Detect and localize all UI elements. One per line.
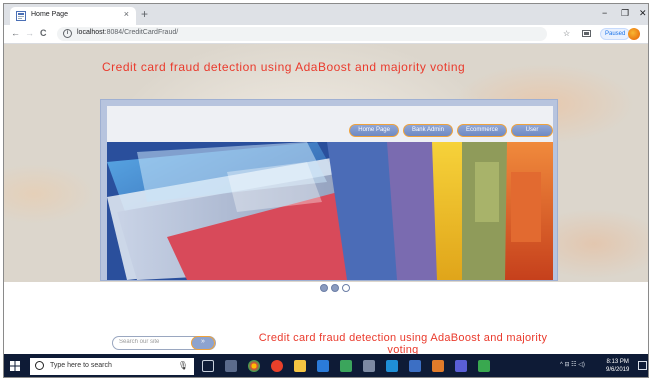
url-path: :8084/CreditCardFraud/ [104,29,179,36]
taskbar-app-icon[interactable] [363,360,375,372]
footer-title: Credit card fraud detection using AdaBoo… [258,332,548,354]
taskbar-app-icon[interactable] [386,360,398,372]
minimize-icon[interactable]: − [602,8,607,18]
new-tab-button[interactable]: + [141,8,148,20]
chrome-icon[interactable] [248,360,260,372]
active-app-indicator [246,377,262,378]
reload-icon[interactable]: C [40,28,47,38]
taskbar-search[interactable]: Type here to search 🎙 [30,358,194,375]
taskbar-app-icon[interactable] [432,360,444,372]
profile-avatar[interactable] [628,28,640,40]
maximize-icon[interactable]: ❐ [621,8,629,19]
credit-cards-slide-image [107,142,553,280]
site-search-input[interactable] [119,339,189,345]
taskbar-app-icon[interactable] [271,360,283,372]
site-info-icon[interactable]: i [63,29,72,38]
site-search-button[interactable]: » [191,336,215,350]
taskbar-search-text: Type here to search [50,362,112,369]
bookmark-star-icon[interactable]: ☆ [563,29,570,38]
main-nav: Home Page Bank Admin Ecommerce User [349,124,553,137]
profile-paused-button[interactable]: Paused [600,28,631,40]
clock-date: 9/6/2019 [606,367,630,373]
url-text[interactable]: localhost:8084/CreditCardFraud/ [77,29,178,36]
browser-window: Home Page × + − ❐ ✕ ← → C i localhost:80… [3,3,649,378]
back-icon[interactable]: ← [11,28,20,38]
task-view-icon[interactable] [202,360,214,372]
site-search: » [112,336,216,350]
clock-time: 8:13 PM [606,359,629,365]
taskbar-app-icon[interactable] [455,360,467,372]
file-explorer-icon[interactable] [294,360,306,372]
credit-cards-illustration [107,142,553,280]
taskbar-app-icon[interactable] [317,360,329,372]
nav-home-page[interactable]: Home Page [349,124,399,137]
address-bar[interactable]: i localhost:8084/CreditCardFraud/ [57,27,547,41]
nav-user[interactable]: User [511,124,553,137]
windows-start-icon[interactable] [10,361,20,371]
hero-title: Credit card fraud detection using AdaBoo… [102,60,466,74]
slider-panel: Home Page Bank Admin Ecommerce User [100,99,558,281]
url-host: localhost [77,29,105,36]
slider-dots [320,284,350,292]
forward-icon[interactable]: → [25,28,34,38]
close-window-icon[interactable]: ✕ [639,8,647,19]
cast-icon[interactable] [582,30,591,38]
system-tray-icons[interactable]: ^ ⊟ ☷ ◁) [560,361,585,368]
action-center-icon[interactable] [638,361,647,370]
windows-taskbar: Type here to search 🎙 ^ ⊟ ☷ ◁) 8:13 PM 9… [4,354,648,378]
search-arrow-icon: » [201,338,205,345]
taskbar-clock[interactable]: 8:13 PM 9/6/2019 [606,358,629,374]
nav-ecommerce[interactable]: Ecommerce [456,124,507,137]
taskbar-app-icon[interactable] [340,360,352,372]
taskbar-app-icon[interactable] [478,360,490,372]
tab-title: Home Page [31,11,68,18]
tab-close-icon[interactable]: × [124,9,129,19]
taskbar-app-icon[interactable] [409,360,421,372]
cortana-icon [35,361,44,370]
slider-dot-1[interactable] [320,284,328,292]
microphone-icon[interactable]: 🎙 [178,361,188,370]
page-viewport: Credit card fraud detection using AdaBoo… [4,44,648,354]
browser-menu-icon[interactable]: ⋮ [644,28,648,39]
browser-toolbar: ← → C i localhost:8084/CreditCardFraud/ … [4,25,648,44]
tab-home-page[interactable]: Home Page × [10,7,136,25]
page-favicon-icon [16,11,26,21]
nav-bank-admin[interactable]: Bank Admin [402,124,453,137]
slider-dot-3[interactable] [342,284,350,292]
slider-dot-2[interactable] [331,284,339,292]
tab-strip: Home Page × + − ❐ ✕ [4,4,648,25]
taskbar-app-icon[interactable] [225,360,237,372]
